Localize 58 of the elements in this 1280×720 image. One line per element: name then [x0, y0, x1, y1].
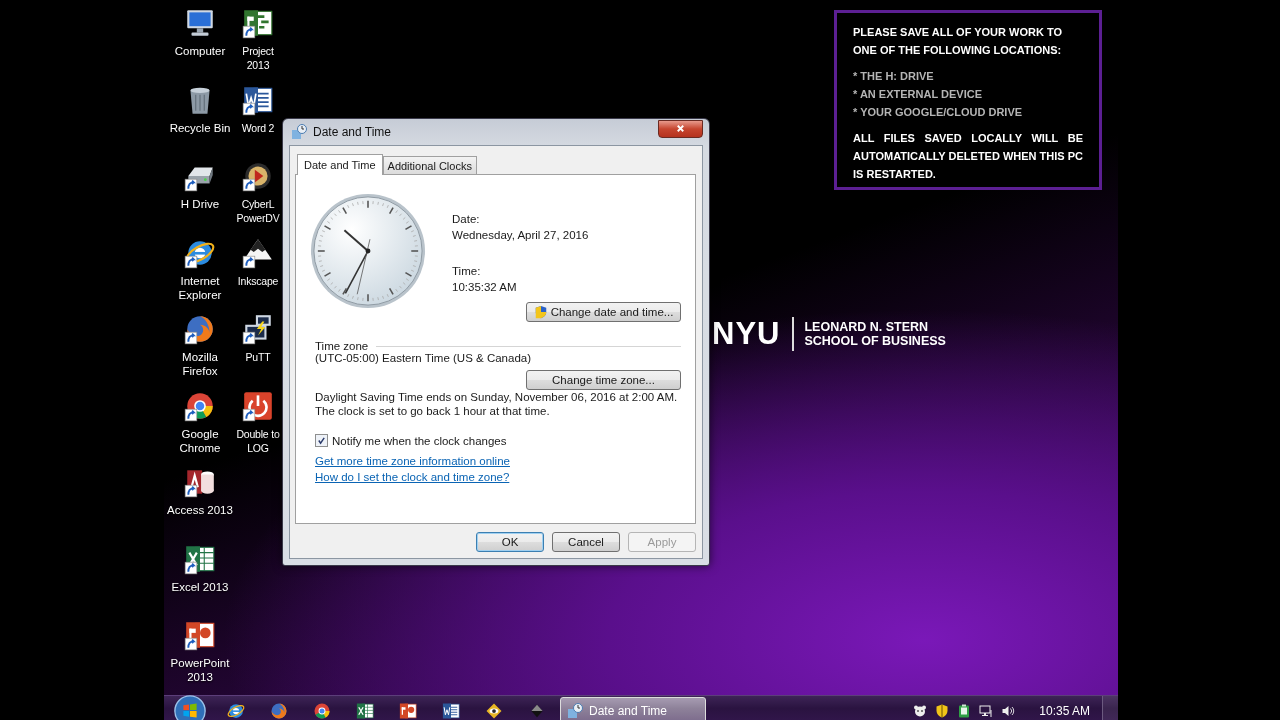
tab[interactable]: Additional Clocks [382, 156, 477, 174]
windows-orb-icon [173, 694, 207, 720]
logo-text: LEONARD N. STERN [804, 320, 930, 334]
notice-item: * THE H: DRIVE [853, 69, 935, 84]
desktop-shortcut[interactable]: Recycle Bin [164, 82, 236, 159]
help-link[interactable]: Get more time zone information online [315, 455, 510, 467]
change-date-time-button[interactable]: Change date and time... [526, 302, 681, 322]
desktop-shortcut[interactable]: Access 2013 [164, 465, 236, 542]
clock-window-icon [567, 703, 583, 719]
desktop-shortcut[interactable]: CyberL PowerDV [236, 159, 280, 236]
logo-text: SCHOOL OF BUSINESS [804, 334, 946, 348]
notice-heading: PLEASE SAVE ALL OF YOUR WORK TO ONE OF THE FOLLOWING LOCATIONS: [853, 25, 1064, 58]
date-value: Wednesday, April 27, 2016 [452, 228, 589, 243]
globe-ring-icon [225, 701, 246, 720]
dialog-button[interactable]: Cancel [552, 532, 620, 552]
change-time-zone-button[interactable]: Change time zone... [526, 370, 681, 390]
checkbox[interactable] [315, 434, 328, 447]
check-mark-icon [317, 436, 326, 445]
desktop-shortcut[interactable]: Computer [164, 6, 236, 83]
desktop-shortcut[interactable]: Mozilla Firefox [164, 312, 236, 389]
help-link[interactable]: How do I set the clock and time zone? [315, 471, 510, 483]
desktop-shortcut[interactable]: Internet Explorer [164, 235, 236, 312]
desktop-shortcut[interactable]: Google Chrome [164, 388, 236, 465]
time-value: 10:35:32 AM [452, 280, 518, 295]
notice-item: * YOUR GOOGLE/CLOUD DRIVE [853, 105, 1024, 120]
group-heading: Time zone [315, 340, 369, 352]
presentation-icon [397, 701, 418, 720]
desktop-shortcut[interactable]: Excel 2013 [164, 541, 236, 618]
dst-note: Daylight Saving Time ends on Sunday, November 06, 2016 at 2:00 AM. The clock is set to go back 1 hour at that time. [315, 390, 679, 418]
desktop-shortcut[interactable]: H Drive [164, 159, 236, 236]
logo-wordmark: NYU [712, 316, 781, 352]
notice-item: * AN EXTERNAL DEVICE [853, 87, 983, 102]
time-label: Time: [452, 264, 482, 279]
clock-window-icon [291, 124, 307, 140]
spreadsheet-icon [354, 701, 375, 720]
window-title: Date and Time [313, 125, 393, 139]
close-button[interactable] [658, 119, 703, 138]
desktop-shortcut[interactable]: PuTT [236, 312, 280, 389]
desktop-shortcut[interactable]: Double to LOG [236, 388, 280, 465]
taskbar-window-button[interactable]: Date and Time [560, 697, 706, 720]
dialog-button[interactable]: OK [476, 532, 544, 552]
time-zone-text: (UTC-05:00) Eastern Time (US & Canada) [315, 352, 533, 364]
close-icon [675, 123, 686, 134]
tab[interactable]: Date and Time [297, 154, 383, 175]
desktop-shortcut[interactable]: Inkscape [236, 235, 280, 312]
speaker-icon [1000, 703, 1017, 719]
shield-icon [934, 703, 951, 719]
desktop-shortcut[interactable]: Word 2 [236, 82, 280, 159]
taskbar-clock[interactable]: 10:35 AM [1039, 704, 1090, 718]
shield-icon [533, 305, 548, 319]
desktop-shortcut[interactable]: PowerPoint 2013 [164, 618, 236, 695]
face-icon [912, 703, 929, 719]
network-icon [978, 703, 995, 719]
desktop-shortcut[interactable]: Project 2013 [236, 6, 280, 83]
notice-warning: ALL FILES SAVED LOCALLY WILL BE AUTOMATICALLY DELETED WHEN THIS PC IS RESTARTED. [853, 131, 1083, 182]
notify-checkbox[interactable]: Notify me when the clock changes [315, 434, 681, 447]
date-label: Date: [452, 212, 481, 227]
document-icon [440, 701, 461, 720]
